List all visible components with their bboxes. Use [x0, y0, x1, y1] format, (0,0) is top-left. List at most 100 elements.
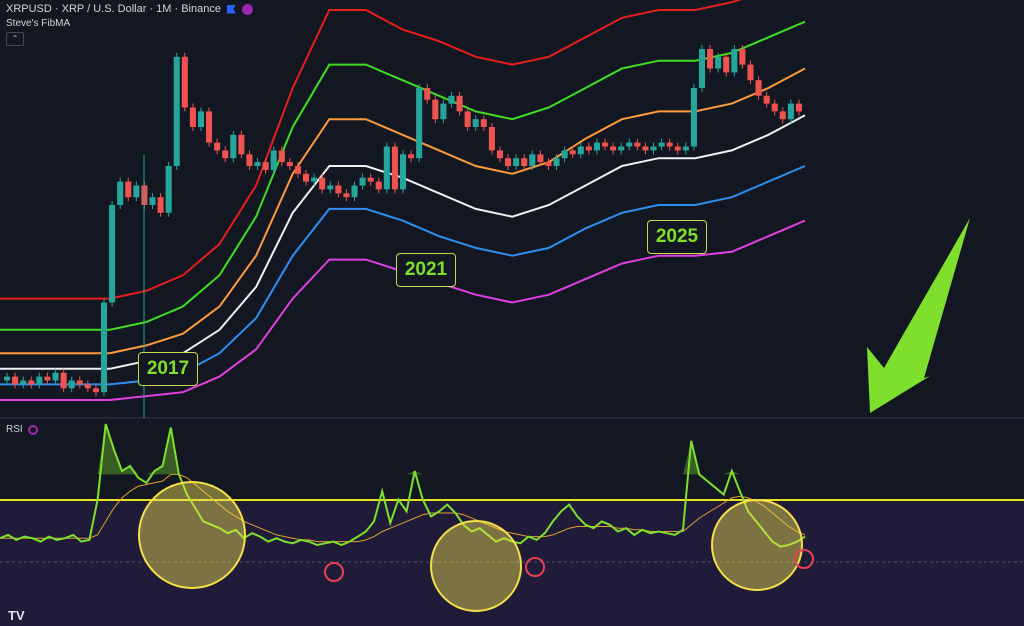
candle — [254, 162, 261, 166]
candle — [545, 162, 552, 166]
flag-icon[interactable] — [226, 4, 236, 14]
candle — [763, 95, 770, 104]
candle — [432, 99, 439, 120]
candle — [488, 127, 495, 151]
candle — [674, 146, 681, 151]
candle — [294, 166, 301, 174]
rsi-pane-label[interactable]: RSI — [6, 424, 38, 435]
candle — [20, 380, 27, 385]
candle — [302, 173, 310, 182]
candle — [496, 150, 504, 159]
candle — [246, 154, 253, 166]
candle — [626, 142, 633, 147]
chart-canvas — [0, 0, 1024, 626]
candle — [44, 376, 51, 381]
candle — [771, 103, 778, 112]
year-label-2021: 2021 — [396, 253, 456, 287]
candle — [222, 150, 229, 159]
candle — [319, 177, 326, 190]
candle — [505, 158, 512, 166]
candle — [286, 162, 293, 166]
candle — [618, 146, 625, 151]
candle — [109, 205, 116, 303]
candle — [343, 193, 350, 198]
candle — [747, 64, 754, 81]
candle — [723, 56, 730, 73]
candle — [666, 142, 673, 147]
rsi-label-text: RSI — [6, 424, 23, 435]
year-label-2017: 2017 — [138, 352, 198, 386]
candle — [698, 49, 706, 88]
candle — [553, 158, 560, 166]
candle — [238, 134, 245, 155]
candle — [262, 162, 269, 170]
candle — [787, 103, 794, 120]
candle — [448, 95, 455, 104]
highlight-circle-2021 — [430, 520, 522, 612]
candle — [779, 111, 786, 120]
down-arrow-icon — [867, 218, 970, 413]
candle — [577, 146, 584, 155]
broker-logo-icon — [241, 3, 253, 15]
candle — [650, 146, 657, 151]
candle — [28, 380, 35, 385]
rsi-settings-icon[interactable] — [27, 424, 38, 435]
candle — [464, 111, 471, 127]
candle — [391, 146, 398, 190]
candle — [84, 384, 91, 389]
candle — [270, 150, 277, 170]
candle — [278, 150, 285, 163]
candle — [424, 88, 431, 100]
highlight-circle-2017 — [138, 481, 246, 589]
candle — [100, 302, 108, 393]
candle — [230, 134, 237, 159]
candle — [480, 119, 487, 127]
candle — [513, 158, 520, 166]
candle — [707, 49, 714, 69]
candle — [311, 177, 318, 182]
candle — [529, 154, 536, 166]
candle — [569, 150, 576, 155]
candle — [634, 142, 641, 147]
candle — [658, 142, 665, 147]
candle — [4, 376, 11, 381]
collapse-button[interactable]: ⌃ — [6, 32, 24, 46]
candle — [375, 181, 382, 190]
candle — [715, 56, 722, 69]
symbol-title[interactable]: XRPUSD · XRP / U.S. Dollar · 1M · Binanc… — [6, 3, 221, 15]
highlight-circle-2025 — [711, 499, 803, 591]
candle — [165, 166, 172, 213]
candle — [795, 103, 802, 112]
candle — [52, 372, 59, 381]
indicator-label[interactable]: Steve's FibMA — [6, 18, 70, 29]
candle — [456, 95, 463, 112]
candle — [472, 119, 479, 127]
band-orange — [0, 67, 806, 355]
candle — [36, 376, 43, 385]
candle — [173, 56, 180, 166]
candle — [561, 150, 568, 159]
candle — [731, 49, 738, 73]
candle — [214, 142, 221, 151]
candle — [408, 154, 415, 159]
candle — [189, 107, 196, 127]
candle — [383, 146, 390, 190]
candle — [60, 372, 67, 389]
candle — [76, 380, 83, 385]
candle — [157, 197, 164, 213]
tradingview-logo[interactable]: TV — [8, 608, 25, 623]
candle — [133, 185, 140, 198]
candle — [367, 177, 374, 182]
candle — [593, 142, 600, 151]
candle — [359, 177, 366, 186]
chart-header: XRPUSD · XRP / U.S. Dollar · 1M · Binanc… — [6, 3, 253, 15]
candle — [197, 111, 205, 127]
candle — [125, 181, 132, 198]
candle — [92, 388, 99, 393]
candle — [117, 181, 124, 205]
candle — [206, 111, 213, 143]
candle — [181, 56, 188, 108]
candle — [739, 49, 746, 65]
candle — [327, 185, 334, 190]
candle — [149, 197, 156, 205]
